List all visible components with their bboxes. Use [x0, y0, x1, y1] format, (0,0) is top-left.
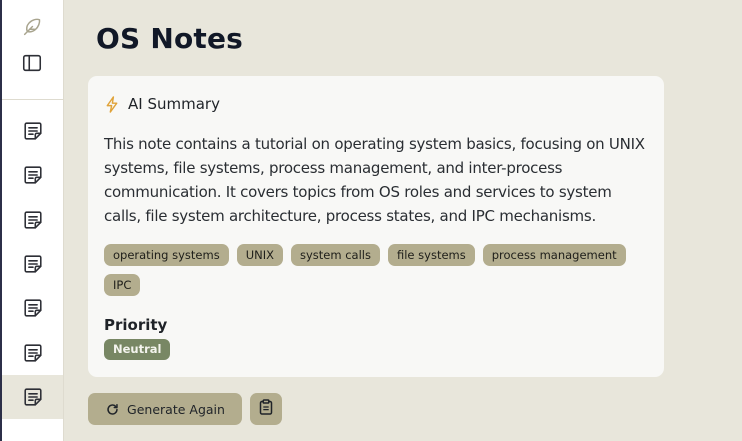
sidebar-note-item[interactable]	[2, 242, 63, 286]
sidebar-note-item[interactable]	[2, 198, 63, 242]
summary-text: This note contains a tutorial on operati…	[104, 135, 645, 225]
sidebar-note-item[interactable]	[2, 374, 63, 419]
sidebar-note-item[interactable]	[2, 286, 63, 330]
ai-summary-card: AI Summary This note contains a tutorial…	[88, 76, 664, 377]
tag-chip[interactable]: operating systems	[104, 244, 229, 266]
note-icon	[22, 297, 44, 319]
tag-chip[interactable]: file systems	[387, 244, 475, 266]
tag-list: operating systems UNIX system calls file…	[104, 244, 652, 296]
note-icon	[22, 164, 44, 186]
sidebar-note-item[interactable]	[2, 109, 63, 153]
tag-chip[interactable]: UNIX	[236, 244, 283, 266]
lightning-bolt-icon	[104, 95, 120, 113]
note-icon	[22, 120, 44, 142]
ai-summary-header: AI Summary	[104, 94, 220, 114]
sidebar	[2, 0, 64, 441]
priority-label: Priority	[104, 316, 168, 334]
note-icon	[22, 386, 44, 408]
tag-chip[interactable]: system calls	[291, 244, 380, 266]
tag-chip[interactable]: process management	[482, 244, 626, 266]
sidebar-divider	[2, 99, 63, 100]
feather-icon[interactable]	[19, 14, 45, 40]
tag-chip[interactable]: IPC	[104, 274, 141, 296]
note-icon	[22, 253, 44, 275]
clipboard-icon	[259, 399, 273, 419]
note-icon	[22, 342, 44, 364]
sidebar-note-item[interactable]	[2, 153, 63, 197]
generate-again-label: Generate Again	[127, 401, 225, 417]
sidebar-panel-icon[interactable]	[19, 50, 45, 76]
ai-summary-heading: AI Summary	[128, 95, 220, 113]
generate-again-button[interactable]: Generate Again	[88, 393, 242, 425]
note-icon	[22, 209, 44, 231]
refresh-icon	[105, 402, 119, 416]
page-title: OS Notes	[96, 22, 244, 55]
sidebar-note-item[interactable]	[2, 331, 63, 375]
priority-badge: Neutral	[104, 339, 171, 360]
copy-button[interactable]	[250, 393, 282, 425]
